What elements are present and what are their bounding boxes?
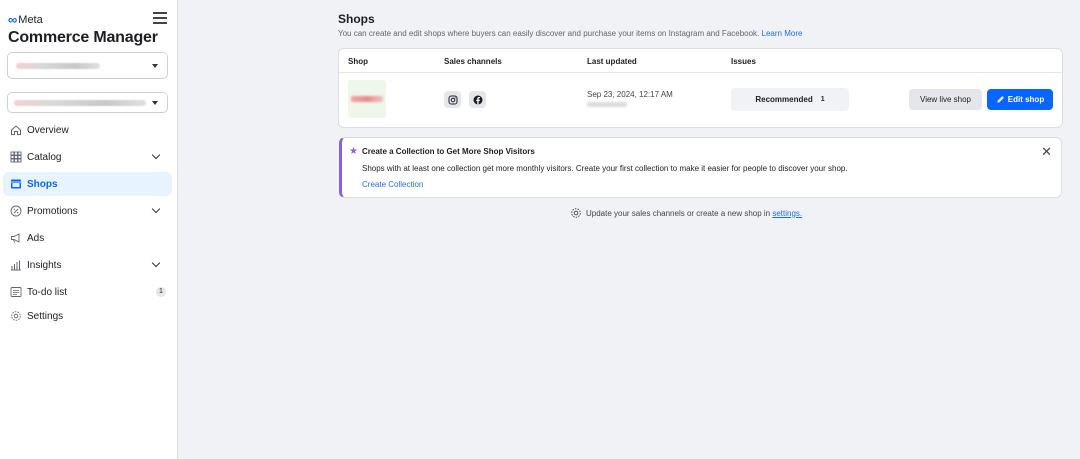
shops-table: Shop Sales channels Last updated Issues … xyxy=(338,48,1063,128)
column-header-issues: Issues xyxy=(731,57,756,66)
sidebar-item-catalog[interactable]: Catalog xyxy=(3,145,172,169)
footer-text-label: Update your sales channels or create a n… xyxy=(586,208,771,218)
sidebar-item-settings[interactable]: Settings xyxy=(3,304,172,328)
sidebar-item-label: Promotions xyxy=(27,205,78,217)
sidebar-item-label: Shops xyxy=(27,178,58,190)
star-icon: ★ xyxy=(349,146,358,157)
redacted-account-name xyxy=(16,62,100,69)
facebook-icon[interactable] xyxy=(469,91,486,108)
sidebar-item-label: Settings xyxy=(27,310,64,322)
create-collection-link[interactable]: Create Collection xyxy=(362,180,423,189)
gear-icon xyxy=(9,310,22,323)
meta-brand-label: Meta xyxy=(18,13,43,26)
shop-thumbnail[interactable] xyxy=(348,80,386,118)
menu-icon[interactable] xyxy=(153,12,167,24)
list-icon xyxy=(9,286,22,299)
home-icon xyxy=(9,124,22,137)
view-live-shop-button[interactable]: View live shop xyxy=(909,89,982,110)
sidebar-nav: Overview Catalog Shops Promotions Ads In… xyxy=(3,118,172,328)
edit-shop-label: Edit shop xyxy=(1007,95,1045,104)
sidebar-item-ads[interactable]: Ads xyxy=(3,226,172,250)
column-header-last-updated: Last updated xyxy=(587,57,637,66)
issues-recommended-button[interactable]: Recommended 1 xyxy=(731,88,849,111)
page-subtitle: You can create and edit shops where buye… xyxy=(338,29,1063,38)
chevron-down-icon xyxy=(151,258,161,268)
meta-infinity-icon: ∞ xyxy=(8,12,17,27)
footer-text: Update your sales channels or create a n… xyxy=(586,209,802,218)
page-title: Shops xyxy=(338,12,375,26)
sidebar-item-todo[interactable]: To-do list 1 xyxy=(3,280,172,304)
account-selector[interactable] xyxy=(7,52,168,79)
percent-icon xyxy=(9,205,22,218)
close-icon[interactable]: ✕ xyxy=(1041,144,1052,160)
grid-icon xyxy=(9,151,22,164)
settings-link[interactable]: settings. xyxy=(772,209,802,218)
table-divider xyxy=(339,72,1062,73)
redacted-updated-by xyxy=(587,102,627,107)
instagram-icon[interactable] xyxy=(444,91,461,108)
edit-shop-button[interactable]: Edit shop xyxy=(987,89,1053,110)
meta-logo: ∞ Meta xyxy=(8,12,43,27)
sidebar-item-insights[interactable]: Insights xyxy=(3,253,172,277)
sidebar-item-promotions[interactable]: Promotions xyxy=(3,199,172,223)
shop-icon xyxy=(9,178,22,191)
column-header-sales-channels: Sales channels xyxy=(444,57,502,66)
pencil-icon xyxy=(997,96,1004,103)
issue-label: Recommended xyxy=(755,95,813,104)
last-updated-date: Sep 23, 2024, 12:17 AM xyxy=(587,90,673,99)
promo-body: Shops with at least one collection get m… xyxy=(362,164,848,173)
megaphone-icon xyxy=(9,232,22,245)
bar-chart-icon xyxy=(9,259,22,272)
page-subtitle-text: You can create and edit shops where buye… xyxy=(338,29,760,38)
gear-icon xyxy=(571,208,581,218)
column-header-shop: Shop xyxy=(348,57,368,66)
main-content: Shops You can create and edit shops wher… xyxy=(338,12,1063,218)
sidebar-item-label: Catalog xyxy=(27,151,62,163)
chevron-down-icon xyxy=(152,100,158,105)
sidebar-item-overview[interactable]: Overview xyxy=(3,118,172,142)
todo-count-badge: 1 xyxy=(156,287,166,297)
chevron-down-icon xyxy=(151,204,161,214)
sidebar-item-label: Insights xyxy=(27,259,62,271)
sidebar: ∞ Meta Commerce Manager Overview Catalog xyxy=(0,0,178,459)
redacted-catalog-name xyxy=(14,99,146,106)
issue-count: 1 xyxy=(820,96,825,103)
chevron-down-icon xyxy=(152,63,158,68)
chevron-down-icon xyxy=(151,150,161,160)
sidebar-item-label: Overview xyxy=(27,124,69,136)
sidebar-item-label: To-do list xyxy=(27,286,68,298)
collection-promo-banner: ★ Create a Collection to Get More Shop V… xyxy=(339,137,1062,198)
catalog-selector[interactable] xyxy=(7,92,168,113)
footer-note: Update your sales channels or create a n… xyxy=(570,207,802,219)
sidebar-item-shops[interactable]: Shops xyxy=(3,172,172,196)
learn-more-link[interactable]: Learn More xyxy=(762,29,803,38)
promo-title: Create a Collection to Get More Shop Vis… xyxy=(362,147,535,156)
app-title: Commerce Manager xyxy=(8,29,158,46)
sidebar-item-label: Ads xyxy=(27,232,45,244)
